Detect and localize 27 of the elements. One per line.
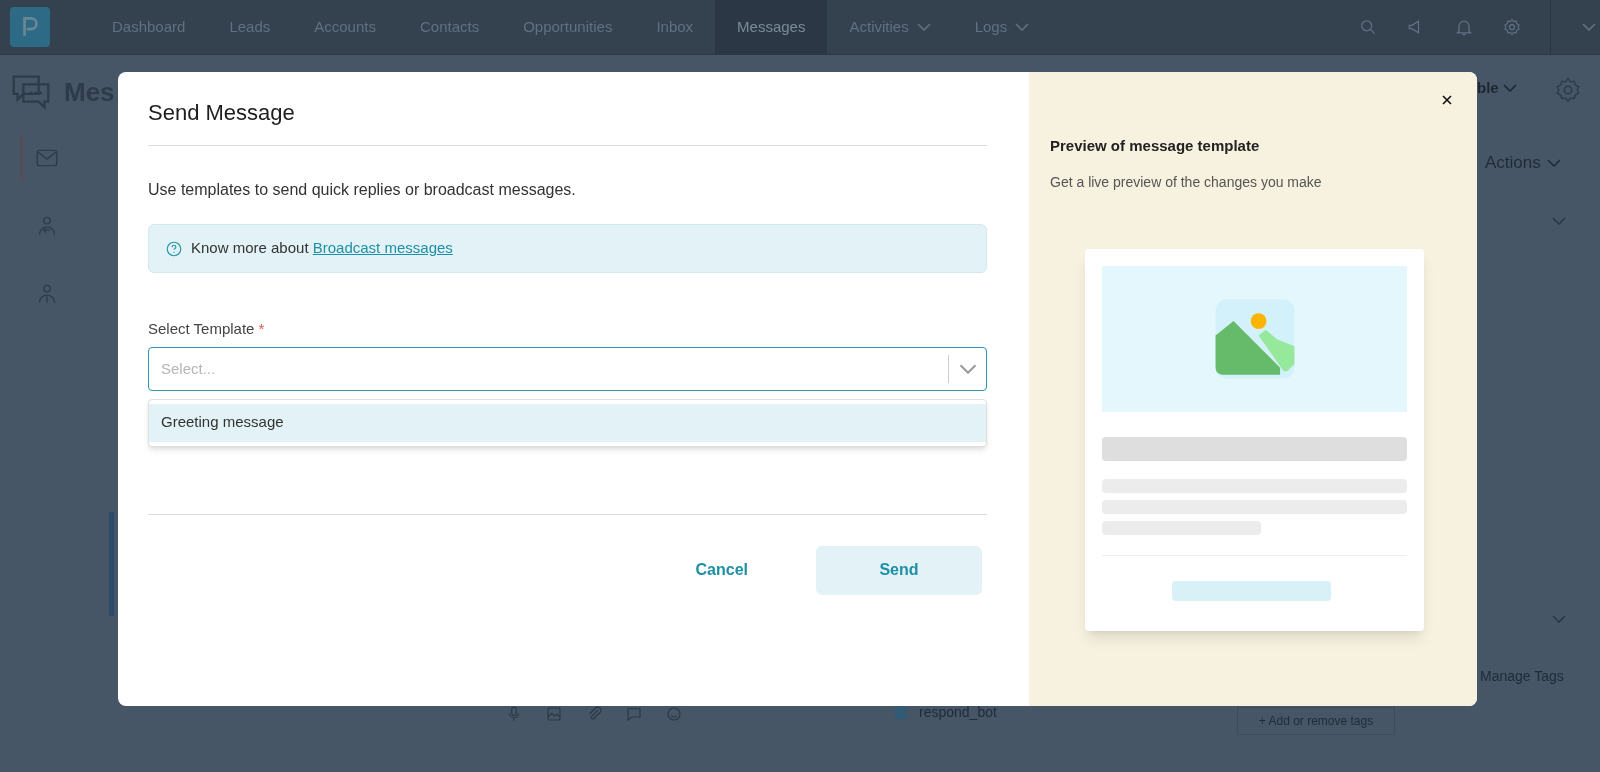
chevron-down-icon[interactable]	[1582, 23, 1596, 31]
cancel-button[interactable]: Cancel	[677, 545, 766, 595]
chevron-down-icon	[1546, 158, 1561, 167]
send-icon	[893, 704, 909, 721]
dialog-description: Use templates to send quick replies or broadcast messages.	[148, 180, 577, 200]
field-label: Select Template *	[148, 319, 266, 339]
preview-subtitle: Get a live preview of the changes you make	[1050, 172, 1323, 192]
settings-icon[interactable]	[1502, 17, 1522, 37]
chevron-down-icon[interactable]	[1552, 615, 1566, 623]
required-mark: *	[258, 320, 265, 337]
chevron-down-icon	[1502, 84, 1517, 93]
send-button[interactable]: Send	[816, 545, 982, 595]
info-text: Know more about Broadcast messages	[191, 238, 453, 259]
sidebar-tab[interactable]	[20, 135, 60, 181]
dropdown-option[interactable]: Greeting message	[149, 403, 986, 442]
template-select[interactable]: Select...	[148, 346, 987, 391]
broadcast-link[interactable]: Broadcast messages	[312, 239, 453, 257]
preview-title: Preview of message template	[1050, 136, 1261, 156]
nav-tab[interactable]: Messages	[715, 0, 828, 55]
dialog-title: Send Message	[148, 96, 987, 146]
chevron-down-icon[interactable]	[959, 363, 977, 374]
smiley-icon[interactable]	[665, 705, 683, 723]
search-icon[interactable]	[1358, 17, 1378, 37]
help-icon	[165, 239, 183, 258]
chat-icon[interactable]	[625, 705, 643, 723]
image-icon[interactable]	[545, 705, 563, 723]
chevron-down-icon[interactable]	[1552, 217, 1566, 225]
